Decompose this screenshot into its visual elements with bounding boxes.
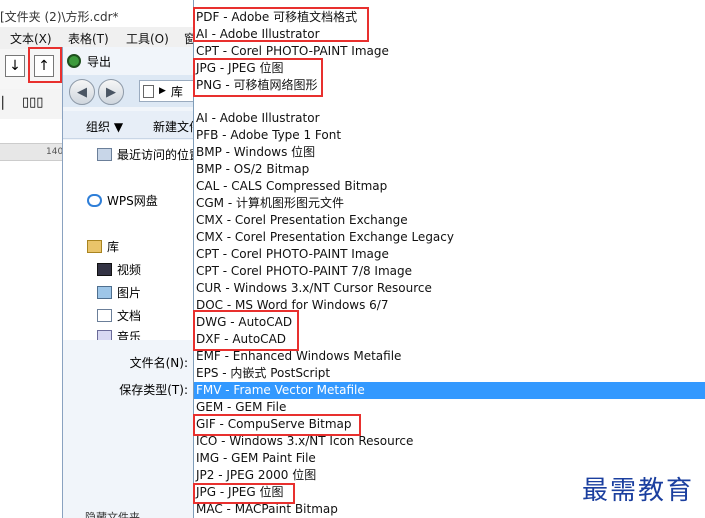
nav-item-label: 最近访问的位置: [117, 148, 194, 162]
ruler-tick-label: 140: [46, 147, 64, 157]
import-button[interactable]: ↓: [5, 55, 25, 77]
filetype-option[interactable]: PFB - Adobe Type 1 Font: [194, 127, 705, 144]
filetype-option[interactable]: IMG - GEM Paint File: [194, 450, 705, 467]
nav-item-library[interactable]: 库: [87, 238, 119, 255]
menu-table[interactable]: 表格(T): [68, 30, 109, 47]
import-arrow-icon: ↓: [9, 58, 21, 74]
back-arrow-icon: ◀: [77, 84, 87, 100]
highlight-pdf-ai: [193, 7, 369, 42]
nav-item-label: 图片: [117, 286, 142, 300]
filetype-option[interactable]: CAL - CALS Compressed Bitmap: [194, 178, 705, 195]
menu-tools[interactable]: 工具(O): [126, 30, 169, 47]
nav-item-label: 文档: [117, 309, 142, 323]
highlight-jpg-png: [193, 58, 323, 97]
dialog-titlebar: 导出: [67, 51, 111, 71]
dialog-fields: 文件名(N): 保存类型(T): 隐藏文件夹: [63, 347, 194, 518]
breadcrumb-library[interactable]: 库: [171, 83, 183, 100]
list-separator: [194, 102, 705, 103]
nav-item-video[interactable]: 视频: [97, 261, 141, 278]
nav-item-label: 视频: [117, 263, 142, 277]
filetype-option[interactable]: CPT - Corel PHOTO-PAINT Image: [194, 246, 705, 263]
nav-item-pictures[interactable]: 图片: [97, 284, 141, 301]
command-bar: 组织 ▼ 新建文件: [63, 111, 201, 139]
forward-button[interactable]: ▶: [98, 79, 124, 105]
watermark: 最需教育: [582, 476, 695, 506]
app-title: [文件夹 (2)\方形.cdr*: [0, 0, 193, 24]
forward-arrow-icon: ▶: [106, 84, 116, 100]
nav-item-music[interactable]: 音乐: [97, 328, 141, 340]
filetype-option[interactable]: EPS - 内嵌式 PostScript: [194, 365, 705, 382]
align-icon[interactable]: ⎸: [2, 95, 16, 111]
filetype-option[interactable]: BMP - Windows 位图: [194, 144, 705, 161]
recent-places-icon: [97, 148, 112, 161]
organize-button[interactable]: 组织 ▼: [86, 118, 123, 135]
filetype-option[interactable]: CMX - Corel Presentation Exchange: [194, 212, 705, 229]
menu-bar: 文本(X) 表格(T) 工具(O) 窗: [0, 27, 196, 49]
picture-icon: [97, 286, 112, 299]
filetype-option-selected[interactable]: FMV - Frame Vector Metafile: [194, 382, 705, 399]
nav-item-label: 库: [107, 240, 120, 254]
filetype-option[interactable]: BMP - OS/2 Bitmap: [194, 161, 705, 178]
filetype-option[interactable]: CGM - 计算机图形图元文件: [194, 195, 705, 212]
navigation-pane: 最近访问的位置 WPS网盘 库 视频 图片 文档 音乐: [63, 140, 194, 340]
bar-chart-icon[interactable]: ▯▯▯: [22, 95, 43, 110]
coreldraw-logo-icon: [67, 54, 81, 68]
music-icon: [97, 330, 112, 340]
export-button-highlight: [28, 47, 62, 83]
hide-folders-toggle[interactable]: 隐藏文件夹: [85, 509, 140, 518]
nav-item-documents[interactable]: 文档: [97, 307, 141, 324]
horizontal-ruler: 140: [0, 143, 64, 161]
folder-icon: [143, 84, 154, 98]
filename-label: 文件名(N):: [129, 356, 188, 370]
nav-item-wps-cloud[interactable]: WPS网盘: [87, 192, 158, 209]
export-dialog: 导出 ◀ ▶ ▶ 库 组织 ▼ 新建文件 最近访问的位置 WPS网盘 库 视频 …: [62, 47, 201, 518]
address-bar[interactable]: ▶ 库: [139, 80, 194, 102]
dialog-title: 导出: [87, 54, 112, 69]
highlight-gif: [193, 414, 361, 436]
filetype-option[interactable]: CPT - Corel PHOTO-PAINT 7/8 Image: [194, 263, 705, 280]
filetype-option[interactable]: CMX - Corel Presentation Exchange Legacy: [194, 229, 705, 246]
cloud-icon: [87, 194, 102, 207]
navigation-bar: ◀ ▶ ▶ 库: [63, 75, 194, 107]
nav-item-label: WPS网盘: [107, 194, 158, 208]
filetype-option[interactable]: CUR - Windows 3.x/NT Cursor Resource: [194, 280, 705, 297]
library-icon: [87, 240, 102, 253]
filetype-option[interactable]: AI - Adobe Illustrator: [194, 110, 705, 127]
nav-item-recent-places[interactable]: 最近访问的位置: [97, 146, 194, 163]
drawing-canvas[interactable]: [0, 161, 64, 518]
document-icon: [97, 309, 112, 322]
highlight-dwg-dxf: [193, 310, 299, 351]
filetype-label: 保存类型(T):: [119, 383, 188, 397]
breadcrumb-arrow-icon: ▶: [159, 86, 166, 96]
highlight-jpg: [193, 483, 295, 504]
nav-item-label: 音乐: [117, 330, 142, 340]
back-button[interactable]: ◀: [69, 79, 95, 105]
menu-text[interactable]: 文本(X): [10, 30, 52, 47]
video-icon: [97, 263, 112, 276]
